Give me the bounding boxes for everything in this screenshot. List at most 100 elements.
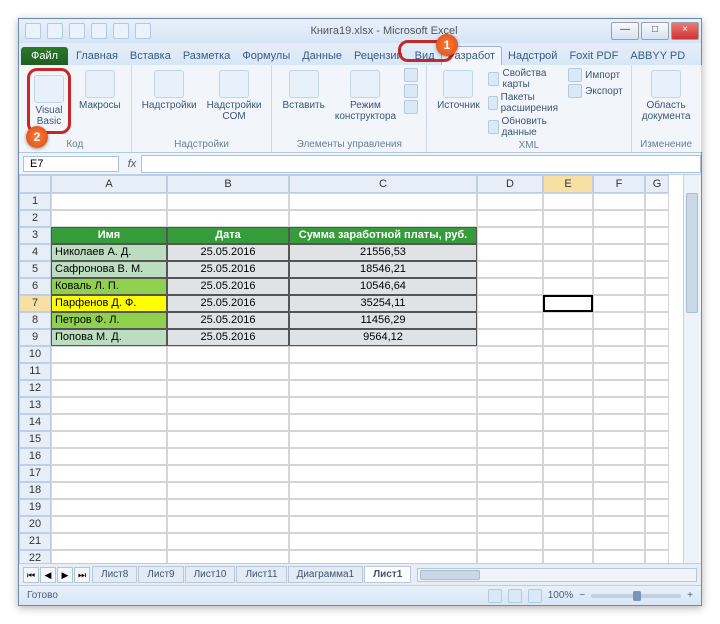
cell[interactable] bbox=[167, 533, 289, 550]
cell[interactable] bbox=[645, 244, 669, 261]
properties-button[interactable] bbox=[404, 68, 418, 82]
cell[interactable]: Коваль Л. П. bbox=[51, 278, 167, 295]
cell[interactable] bbox=[477, 397, 543, 414]
cell[interactable] bbox=[645, 397, 669, 414]
col-header-c[interactable]: C bbox=[289, 175, 477, 193]
cell[interactable] bbox=[167, 550, 289, 563]
row-header[interactable]: 6 bbox=[19, 278, 51, 295]
com-addins-button[interactable]: Надстройки COM bbox=[205, 68, 264, 124]
formula-input[interactable] bbox=[141, 155, 701, 173]
cell[interactable] bbox=[167, 380, 289, 397]
cell[interactable] bbox=[51, 414, 167, 431]
minimize-button[interactable]: — bbox=[611, 22, 639, 40]
visual-basic-button[interactable]: Visual Basic bbox=[32, 73, 66, 129]
cell[interactable] bbox=[51, 499, 167, 516]
name-box[interactable]: E7 bbox=[23, 156, 119, 172]
cell[interactable] bbox=[593, 431, 645, 448]
cell[interactable] bbox=[593, 312, 645, 329]
xml-source-button[interactable]: Источник bbox=[435, 68, 482, 113]
cell[interactable] bbox=[51, 431, 167, 448]
row-header[interactable]: 8 bbox=[19, 312, 51, 329]
cell[interactable] bbox=[477, 363, 543, 380]
cell[interactable] bbox=[477, 227, 543, 244]
close-button[interactable]: × bbox=[671, 22, 699, 40]
cell[interactable] bbox=[645, 346, 669, 363]
cell[interactable] bbox=[289, 380, 477, 397]
cell[interactable] bbox=[543, 380, 593, 397]
cell[interactable] bbox=[289, 550, 477, 563]
cell[interactable] bbox=[645, 550, 669, 563]
cell[interactable] bbox=[543, 363, 593, 380]
cell[interactable] bbox=[167, 482, 289, 499]
cell[interactable] bbox=[167, 431, 289, 448]
cell[interactable] bbox=[51, 448, 167, 465]
document-panel-button[interactable]: Область документа bbox=[640, 68, 693, 124]
cell[interactable] bbox=[289, 193, 477, 210]
cell[interactable] bbox=[645, 414, 669, 431]
cell[interactable] bbox=[543, 227, 593, 244]
cell[interactable] bbox=[593, 482, 645, 499]
file-tab[interactable]: Файл bbox=[21, 47, 68, 65]
cell[interactable] bbox=[477, 244, 543, 261]
cell[interactable] bbox=[289, 465, 477, 482]
col-header-d[interactable]: D bbox=[477, 175, 543, 193]
cell[interactable] bbox=[477, 499, 543, 516]
cell[interactable] bbox=[477, 210, 543, 227]
cell[interactable] bbox=[593, 414, 645, 431]
row-header[interactable]: 3 bbox=[19, 227, 51, 244]
cell[interactable] bbox=[289, 448, 477, 465]
tab-layout[interactable]: Разметка bbox=[177, 47, 237, 65]
cell[interactable] bbox=[593, 244, 645, 261]
cell[interactable] bbox=[477, 550, 543, 563]
cell[interactable] bbox=[543, 244, 593, 261]
cell[interactable] bbox=[543, 346, 593, 363]
row-header[interactable]: 7 bbox=[19, 295, 51, 312]
cell[interactable] bbox=[477, 312, 543, 329]
cell[interactable] bbox=[167, 397, 289, 414]
sheet-nav-next[interactable]: ▶ bbox=[57, 567, 73, 583]
tab-foxit[interactable]: Foxit PDF bbox=[563, 47, 624, 65]
cell[interactable]: Николаев А. Д. bbox=[51, 244, 167, 261]
cell[interactable] bbox=[51, 533, 167, 550]
cell[interactable] bbox=[645, 465, 669, 482]
cell[interactable] bbox=[51, 346, 167, 363]
row-header[interactable]: 22 bbox=[19, 550, 51, 563]
cell[interactable] bbox=[477, 465, 543, 482]
cell[interactable] bbox=[543, 329, 593, 346]
excel-icon[interactable] bbox=[25, 23, 41, 39]
row-header[interactable]: 17 bbox=[19, 465, 51, 482]
cell[interactable] bbox=[593, 329, 645, 346]
run-dialog-button[interactable] bbox=[404, 100, 418, 114]
cell[interactable]: Дата bbox=[167, 227, 289, 244]
cell[interactable] bbox=[645, 363, 669, 380]
row-header[interactable]: 20 bbox=[19, 516, 51, 533]
view-break-icon[interactable] bbox=[528, 589, 542, 603]
cell[interactable] bbox=[167, 499, 289, 516]
cell[interactable] bbox=[167, 210, 289, 227]
cell[interactable]: Сумма заработной платы, руб. bbox=[289, 227, 477, 244]
cell[interactable] bbox=[477, 261, 543, 278]
cell[interactable] bbox=[593, 261, 645, 278]
sheet-tab[interactable]: Лист11 bbox=[236, 566, 286, 583]
cell[interactable] bbox=[289, 210, 477, 227]
export-button[interactable]: Экспорт bbox=[568, 84, 623, 98]
cell[interactable] bbox=[51, 193, 167, 210]
cell[interactable] bbox=[289, 363, 477, 380]
tab-abbyy[interactable]: ABBYY PD bbox=[624, 47, 691, 65]
cell[interactable] bbox=[543, 465, 593, 482]
sheet-tab[interactable]: Лист1 bbox=[364, 566, 411, 583]
row-header[interactable]: 21 bbox=[19, 533, 51, 550]
cell[interactable] bbox=[167, 363, 289, 380]
sheet-nav-prev[interactable]: ◀ bbox=[40, 567, 56, 583]
cell[interactable] bbox=[593, 516, 645, 533]
col-header-g[interactable]: G bbox=[645, 175, 669, 193]
cell[interactable] bbox=[645, 516, 669, 533]
cell[interactable] bbox=[289, 482, 477, 499]
cell[interactable] bbox=[593, 295, 645, 312]
cell[interactable] bbox=[645, 482, 669, 499]
col-header-a[interactable]: A bbox=[51, 175, 167, 193]
cell[interactable] bbox=[477, 193, 543, 210]
view-normal-icon[interactable] bbox=[488, 589, 502, 603]
cell[interactable] bbox=[645, 210, 669, 227]
cell[interactable] bbox=[593, 448, 645, 465]
